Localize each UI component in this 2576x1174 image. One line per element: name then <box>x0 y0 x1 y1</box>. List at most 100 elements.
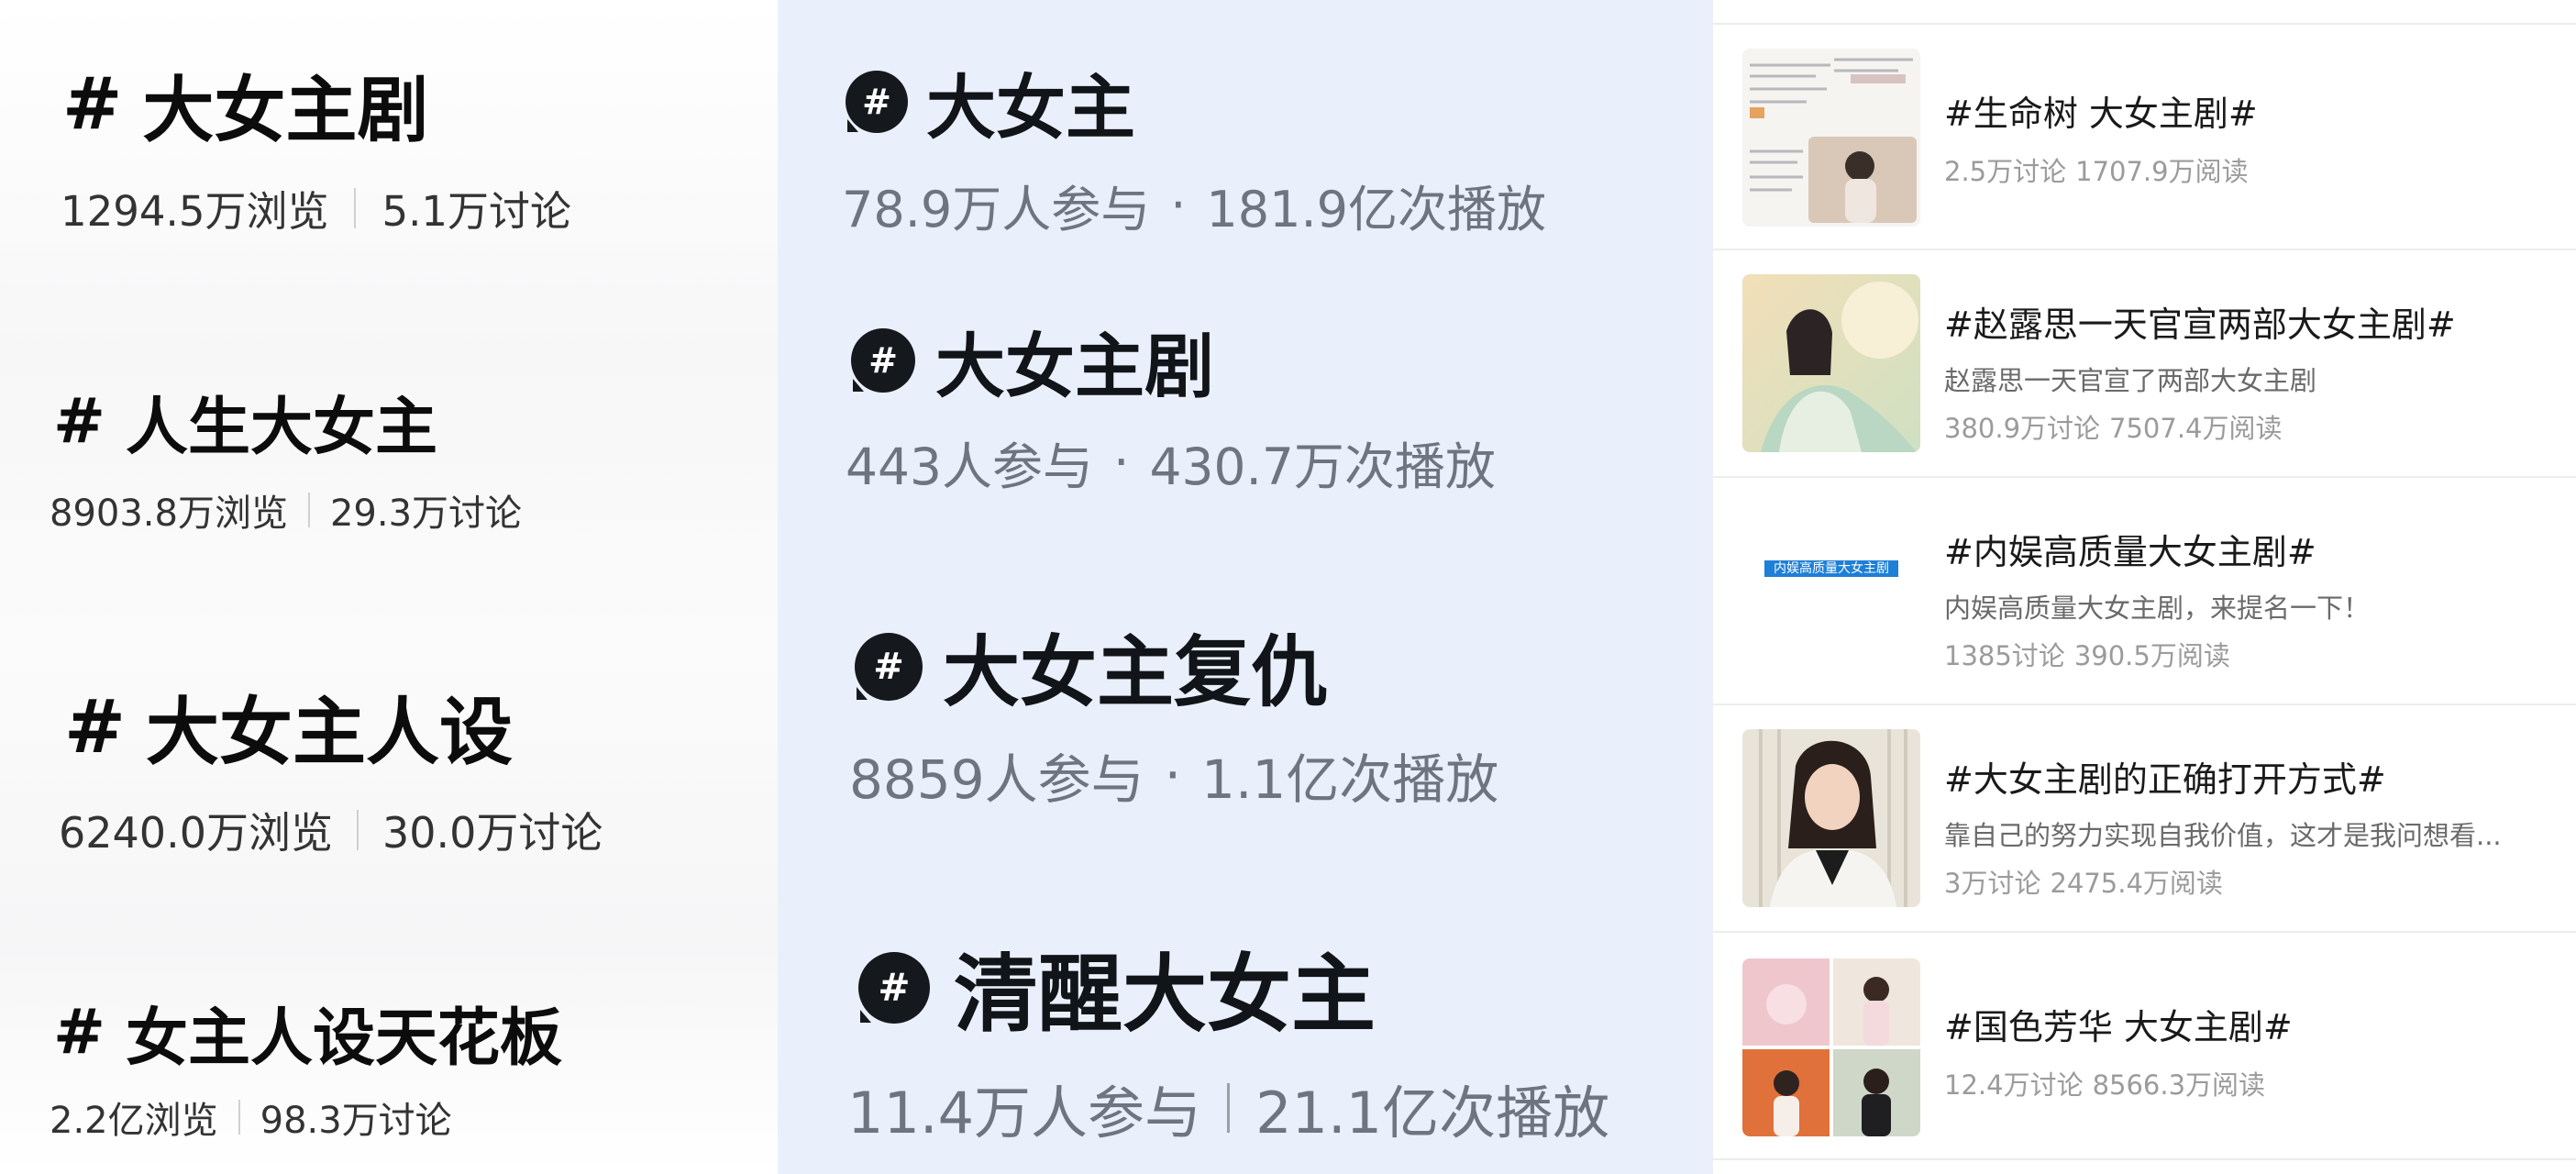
topic-description: 内娱高质量大女主剧，来提名一下！ <box>1944 593 2371 624</box>
costume-drama-image <box>1742 274 1920 452</box>
topic-thumbnail <box>1742 49 1920 227</box>
topic-stats: 8859人参与 · 1.1亿次播放 <box>849 737 1498 814</box>
topic-stats: 1294.5万浏览 5.1万讨论 <box>61 178 571 238</box>
portrait-photo-image <box>1742 729 1920 907</box>
left-topic-title-row: # 大女主剧 <box>62 53 571 156</box>
play-count: 21.1亿次播放 <box>1255 1080 1610 1146</box>
topic-title: #大女主剧的正确打开方式# <box>1944 759 2386 800</box>
right-topic-list: #生命树 大女主剧# 2.5万讨论 1707.9万阅读 #赵露思一天官宣两部大女… <box>1713 0 2576 1174</box>
topic-title: 人生大女主 <box>125 392 437 464</box>
middle-topic-panel: # 大女主 78.9万人参与 · 181.9亿次播放 # 大女主剧 443人参与… <box>778 0 1713 1174</box>
thumbnail-label: 内娱高质量大女主剧 <box>1764 560 1898 577</box>
topic-stats: 6240.0万浏览 30.0万讨论 <box>59 800 603 860</box>
topic-title: #内娱高质量大女主剧# <box>1944 532 2316 572</box>
list-item[interactable]: #国色芳华 大女主剧# 12.4万讨论 8566.3万阅读 <box>1713 935 2576 1160</box>
topic-thumbnail <box>1742 958 1920 1136</box>
stats-divider <box>356 810 359 850</box>
stats-dot: · <box>1164 744 1182 806</box>
play-count: 430.7万次播放 <box>1149 437 1496 496</box>
topic-text: #内娱高质量大女主剧# 内娱高质量大女主剧，来提名一下！ 1385讨论 390.5… <box>1944 524 2548 673</box>
hashtag-icon: # <box>64 683 127 770</box>
left-topic-title-row: # 人生大女主 <box>53 376 522 467</box>
discussion-count: 380.9万讨论 <box>1944 413 2101 444</box>
topic-meta: 12.4万讨论 8566.3万阅读 <box>1944 1064 2548 1102</box>
middle-topic-item[interactable]: # 大女主 78.9万人参与 · 181.9亿次播放 <box>842 51 1546 241</box>
view-count: 1294.5万浏览 <box>61 187 329 236</box>
view-count: 6240.0万浏览 <box>59 808 333 858</box>
play-count: 1.1亿次播放 <box>1201 748 1499 811</box>
middle-topic-title-row: # 大女主剧 <box>851 310 1496 411</box>
middle-topic-title-row: # 清醒大女主 <box>858 926 1609 1048</box>
topic-stats: 11.4万人参与 21.1亿次播放 <box>847 1067 1609 1149</box>
middle-topic-item[interactable]: # 大女主复仇 8859人参与 · 1.1亿次播放 <box>849 611 1498 814</box>
discussion-count: 1385讨论 <box>1944 640 2065 671</box>
topic-description: 靠自己的努力实现自我价值，这才是我问想看... <box>1944 820 2502 851</box>
topic-title: #国色芳华 大女主剧# <box>1944 1007 2293 1047</box>
topic-title: 大女主剧 <box>935 326 1214 407</box>
participant-count: 443人参与 <box>846 437 1093 496</box>
participant-count: 11.4万人参与 <box>847 1080 1202 1146</box>
topic-text: #赵露思一天官宣两部大女主剧# 赵露思一天官宣了两部大女主剧 380.9万讨论 7… <box>1944 296 2548 446</box>
hashtag-bubble-icon: # <box>858 951 930 1024</box>
discussion-count: 12.4万讨论 <box>1944 1069 2084 1101</box>
list-item[interactable]: #赵露思一天官宣两部大女主剧# 赵露思一天官宣了两部大女主剧 380.9万讨论 7… <box>1713 252 2576 478</box>
topic-stats: 8903.8万浏览 29.3万讨论 <box>50 483 522 537</box>
topic-title: 大女主复仇 <box>943 627 1329 717</box>
read-count: 1707.9万阅读 <box>2075 156 2249 187</box>
discussion-count: 5.1万讨论 <box>381 187 572 236</box>
read-count: 7507.4万阅读 <box>2109 413 2283 444</box>
stats-divider <box>307 493 310 527</box>
left-topic-item[interactable]: # 大女主人设 6240.0万浏览 30.0万讨论 <box>59 673 603 860</box>
topic-meta: 1385讨论 390.5万阅读 <box>1944 635 2548 673</box>
topic-title: 大女主人设 <box>146 690 514 775</box>
read-count: 2475.4万阅读 <box>2050 868 2223 899</box>
topic-thumbnail <box>1742 274 1920 452</box>
topic-thumbnail <box>1742 729 1920 907</box>
middle-topic-title-row: # 大女主复仇 <box>855 611 1498 722</box>
left-topic-title-row: # 大女主人设 <box>64 673 603 780</box>
left-topic-item[interactable]: # 女主人设天花板 2.2亿浏览 98.3万讨论 <box>50 987 562 1144</box>
topic-text: #生命树 大女主剧# 2.5万讨论 1707.9万阅读 <box>1944 85 2548 189</box>
hashtag-bubble-icon: # <box>851 328 915 393</box>
stats-divider <box>238 1100 240 1135</box>
read-count: 8566.3万阅读 <box>2092 1069 2266 1101</box>
discussion-count: 98.3万讨论 <box>260 1100 452 1142</box>
list-item[interactable]: 内娱高质量大女主剧 #内娱高质量大女主剧# 内娱高质量大女主剧，来提名一下！ 1… <box>1713 480 2576 705</box>
topic-title: 女主人设天花板 <box>125 1002 562 1075</box>
play-count: 181.9亿次播放 <box>1206 181 1546 238</box>
discussion-count: 2.5万讨论 <box>1944 156 2067 187</box>
hashtag-icon: # <box>62 63 123 146</box>
topic-text: #大女主剧的正确打开方式# 靠自己的努力实现自我价值，这才是我问想看... 3万… <box>1944 751 2548 901</box>
stats-dot: · <box>1112 433 1130 492</box>
read-count: 390.5万阅读 <box>2073 640 2230 671</box>
list-item[interactable]: #大女主剧的正确打开方式# 靠自己的努力实现自我价值，这才是我问想看... 3万… <box>1713 707 2576 933</box>
hashtag-icon: # <box>53 385 105 458</box>
left-topic-item[interactable]: # 人生大女主 8903.8万浏览 29.3万讨论 <box>50 376 522 537</box>
left-topic-title-row: # 女主人设天花板 <box>53 987 562 1078</box>
topic-thumbnail: 内娱高质量大女主剧 <box>1742 504 1920 681</box>
left-topic-item[interactable]: # 大女主剧 1294.5万浏览 5.1万讨论 <box>61 53 571 238</box>
participant-count: 78.9万人参与 <box>842 181 1151 238</box>
screenshot-collage-image <box>1742 49 1920 227</box>
left-topic-panel: # 大女主剧 1294.5万浏览 5.1万讨论 # 人生大女主 8903.8万浏… <box>0 0 778 1174</box>
view-count: 8903.8万浏览 <box>50 493 288 535</box>
middle-topic-item[interactable]: # 大女主剧 443人参与 · 430.7万次播放 <box>846 310 1496 499</box>
topic-meta: 2.5万讨论 1707.9万阅读 <box>1944 150 2548 189</box>
discussion-count: 29.3万讨论 <box>329 493 523 535</box>
view-count: 2.2亿浏览 <box>50 1100 218 1142</box>
topic-title: 大女主 <box>926 67 1135 149</box>
topic-stats: 443人参与 · 430.7万次播放 <box>846 426 1496 499</box>
topic-meta: 3万讨论 2475.4万阅读 <box>1944 862 2548 901</box>
stats-divider <box>1227 1083 1231 1133</box>
middle-topic-title-row: # 大女主 <box>846 51 1546 152</box>
topic-stats: 78.9万人参与 · 181.9亿次播放 <box>842 169 1546 241</box>
participant-count: 8859人参与 <box>849 748 1144 811</box>
topic-title: 大女主剧 <box>142 70 429 152</box>
list-item[interactable]: #生命树 大女主剧# 2.5万讨论 1707.9万阅读 <box>1713 25 2576 250</box>
stats-divider <box>354 187 357 228</box>
hashtag-icon: # <box>53 996 105 1069</box>
hashtag-bubble-icon: # <box>855 632 923 701</box>
middle-topic-item[interactable]: # 清醒大女主 11.4万人参与 21.1亿次播放 <box>847 926 1609 1149</box>
topic-meta: 380.9万讨论 7507.4万阅读 <box>1944 407 2548 446</box>
discussion-count: 30.0万讨论 <box>381 808 603 858</box>
